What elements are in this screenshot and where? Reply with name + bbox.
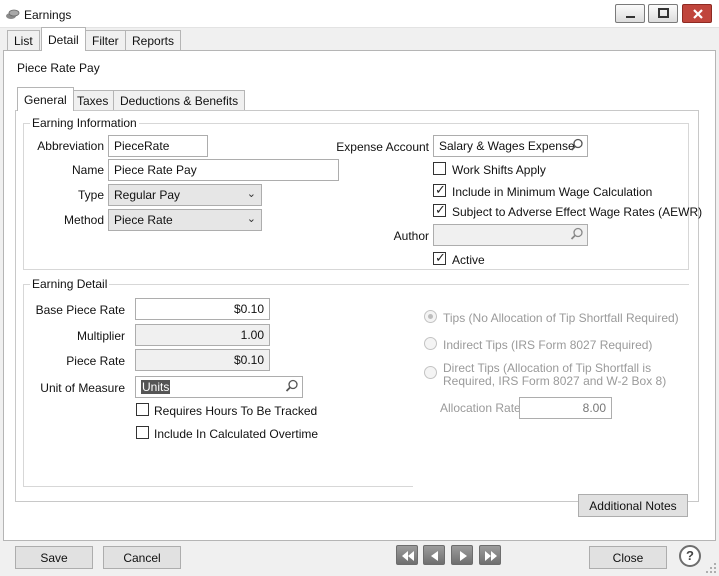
save-button[interactable]: Save [15,546,93,569]
base-piece-rate-field[interactable]: $0.10 [135,298,270,320]
checkmark-icon: ✓ [435,202,446,217]
tips-radio[interactable] [424,310,437,323]
allocation-rate-label: Allocation Rate [440,401,521,415]
close-button[interactable]: Close [589,546,667,569]
unit-of-measure-value: Units [141,380,171,394]
tab-deductions-benefits[interactable]: Deductions & Benefits [113,90,246,110]
include-overtime-label: Include In Calculated Overtime [154,427,319,441]
tab-label: Taxes [77,94,109,108]
additional-notes-button[interactable]: Additional Notes [578,494,688,517]
close-window-button[interactable] [682,4,712,23]
maximize-button[interactable] [648,4,678,23]
help-icon[interactable]: ? [679,545,701,567]
last-record-button[interactable] [479,545,501,565]
expense-account-label: Expense Account [336,140,429,154]
method-label: Method [63,213,104,227]
type-label: Type [77,188,104,202]
magnifier-icon[interactable] [285,379,299,393]
record-title: Piece Rate Pay [17,61,100,75]
multiplier-field[interactable]: 1.00 [135,324,270,346]
radio-selected-dot [428,314,433,319]
include-minimum-wage-label: Include in Minimum Wage Calculation [452,185,653,199]
next-record-icon [460,551,467,561]
tab-label: List [14,34,33,48]
expense-account-value: Salary & Wages Expense [439,139,575,153]
piece-rate-field[interactable]: $0.10 [135,349,270,371]
chevron-down-icon: ⌄ [246,188,256,200]
method-value: Piece Rate [114,213,173,227]
active-checkbox[interactable]: ✓ [433,250,446,265]
expense-account-field[interactable]: Salary & Wages Expense [433,135,588,157]
include-minimum-wage-checkbox[interactable]: ✓ [433,182,446,197]
author-field[interactable] [433,224,588,246]
tab-list[interactable]: List [7,30,40,50]
multiplier-label: Multiplier [76,329,125,343]
name-label: Name [71,163,104,177]
checkmark-icon: ✓ [435,182,446,197]
requires-hours-label: Requires Hours To Be Tracked [154,404,318,418]
earnings-app-icon [6,9,20,19]
tab-general[interactable]: General [17,87,74,111]
author-label: Author [393,229,429,243]
base-piece-rate-label: Base Piece Rate [35,303,125,317]
tab-taxes[interactable]: Taxes [70,90,116,110]
active-label: Active [452,253,485,267]
include-overtime-checkbox[interactable] [136,426,149,439]
tab-label: Deductions & Benefits [120,94,239,108]
tab-reports[interactable]: Reports [125,30,182,50]
resize-grip-icon[interactable] [705,562,717,574]
cancel-button[interactable]: Cancel [103,546,181,569]
piece-rate-label: Piece Rate [66,354,125,368]
allocation-rate-field[interactable]: 8.00 [519,397,612,419]
tab-label: Filter [92,34,119,48]
last-record-icon [485,551,497,561]
indirect-tips-radio[interactable] [424,337,437,350]
type-dropdown[interactable]: Regular Pay ⌄ [108,184,262,206]
tab-label: General [24,93,67,107]
first-record-button[interactable] [396,545,418,565]
earning-information-legend: Earning Information [30,116,139,130]
tips-label: Tips (No Allocation of Tip Shortfall Req… [443,311,679,325]
direct-tips-radio[interactable] [424,366,437,379]
previous-record-icon [431,551,438,561]
maximize-icon [658,8,669,18]
subject-aewr-checkbox[interactable]: ✓ [433,202,446,217]
magnifier-icon[interactable] [570,138,584,152]
direct-tips-label-line1: Direct Tips (Allocation of Tip Shortfall… [443,361,652,375]
type-value: Regular Pay [114,188,181,202]
name-field[interactable]: Piece Rate Pay [108,159,339,181]
first-record-icon [402,551,414,561]
earning-detail-legend: Earning Detail [30,277,110,291]
next-record-button[interactable] [451,545,473,565]
chevron-down-icon: ⌄ [246,213,256,225]
minimize-icon [626,16,635,18]
tab-detail[interactable]: Detail [41,27,86,51]
magnifier-icon[interactable] [570,227,584,241]
abbreviation-field[interactable]: PieceRate [108,135,208,157]
earning-detail-divider [23,486,413,487]
tab-label: Reports [132,34,175,48]
unit-of-measure-label: Unit of Measure [40,381,125,395]
checkmark-icon: ✓ [435,250,446,265]
direct-tips-label-line2: Required, IRS Form 8027 and W-2 Box 8) [443,374,667,388]
window-title: Earnings [24,8,72,22]
help-glyph: ? [686,548,694,563]
subject-aewr-label: Subject to Adverse Effect Wage Rates (AE… [452,205,703,219]
abbreviation-label: Abbreviation [37,139,104,153]
tab-filter[interactable]: Filter [85,30,126,50]
work-shifts-apply-checkbox[interactable] [433,162,446,175]
method-dropdown[interactable]: Piece Rate ⌄ [108,209,262,231]
requires-hours-checkbox[interactable] [136,403,149,416]
minimize-button[interactable] [615,4,645,23]
unit-of-measure-field[interactable]: Units [135,376,303,398]
close-x-icon [693,9,703,19]
tab-label: Detail [48,33,79,47]
title-bar: Earnings [0,0,719,28]
previous-record-button[interactable] [423,545,445,565]
indirect-tips-label: Indirect Tips (IRS Form 8027 Required) [443,338,653,352]
work-shifts-apply-label: Work Shifts Apply [452,163,546,177]
